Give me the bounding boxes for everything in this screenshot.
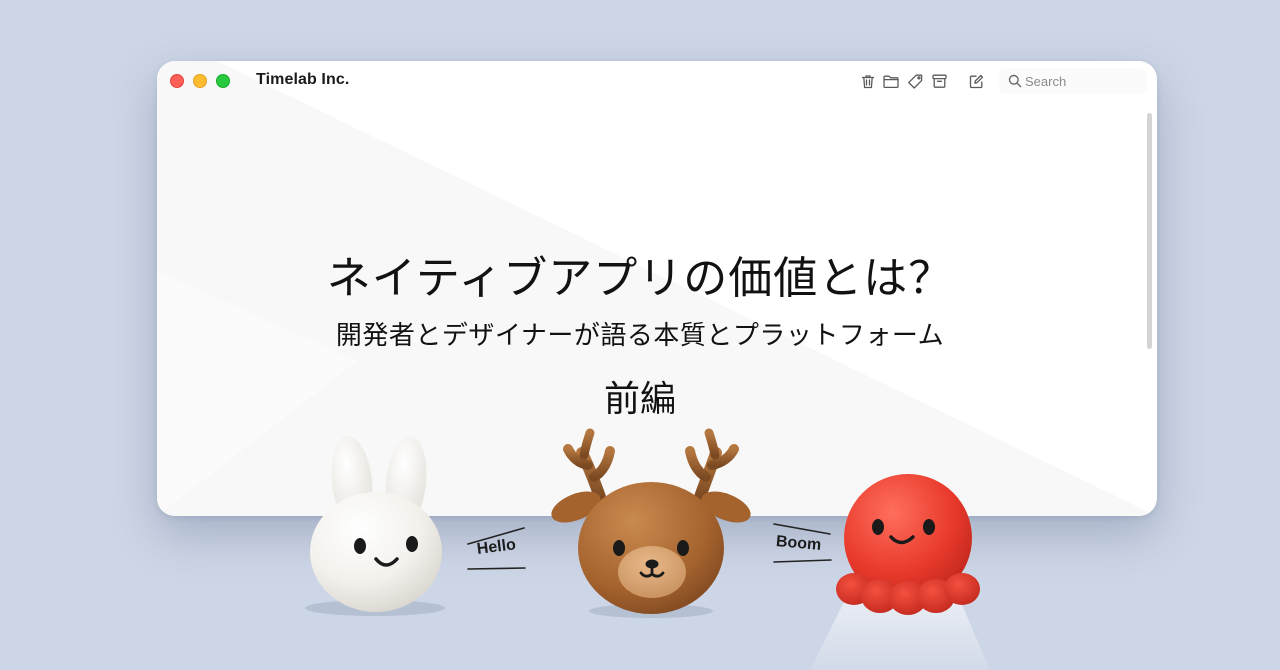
folder-icon[interactable] bbox=[882, 72, 900, 90]
deer-character bbox=[551, 428, 751, 618]
close-button[interactable] bbox=[170, 74, 184, 88]
search-field[interactable] bbox=[999, 68, 1147, 94]
window-title: Timelab Inc. bbox=[256, 71, 350, 88]
search-icon bbox=[1008, 74, 1022, 88]
page-title: ネイティブアプリの価値とは？ bbox=[326, 253, 954, 304]
rabbit-character bbox=[305, 436, 445, 616]
tag-icon[interactable] bbox=[906, 72, 924, 90]
boom-speech-text: Boom bbox=[775, 533, 822, 554]
part-label: 前編 bbox=[603, 379, 676, 420]
compose-icon[interactable] bbox=[967, 72, 985, 90]
page-subtitle: 開発者とデザイナーが語る本質とプラットフォーム bbox=[335, 321, 945, 351]
titlebar: Timelab Inc. bbox=[157, 61, 1157, 103]
search-input[interactable] bbox=[1025, 71, 1140, 91]
trash-icon[interactable] bbox=[859, 72, 877, 90]
maximize-button[interactable] bbox=[216, 74, 230, 88]
scrollbar[interactable] bbox=[1147, 113, 1152, 349]
octopus-character bbox=[836, 474, 980, 615]
minimize-button[interactable] bbox=[193, 74, 207, 88]
archive-icon[interactable] bbox=[930, 72, 948, 90]
